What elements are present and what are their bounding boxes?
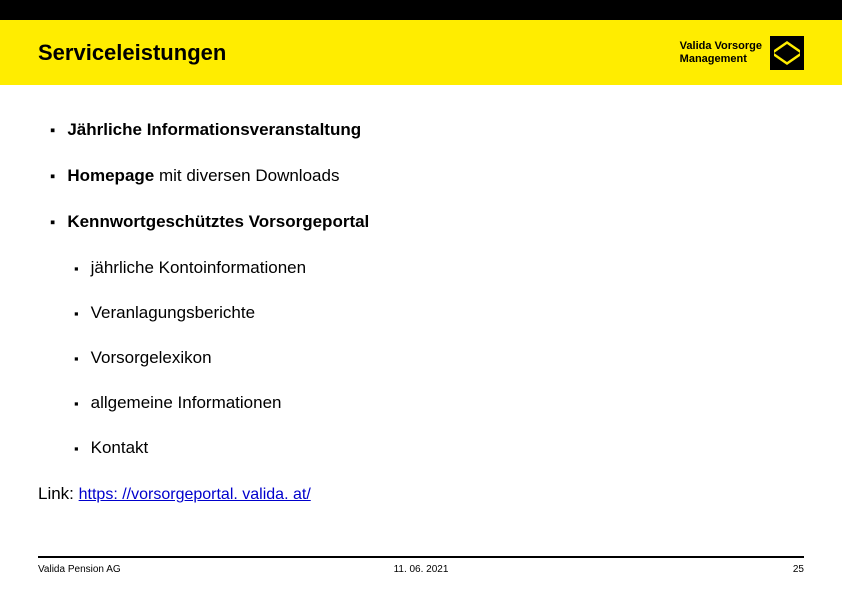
footer: Valida Pension AG 11. 06. 2021 25 [0, 556, 842, 575]
brand-text: Valida Vorsorge Management [680, 40, 762, 64]
content-area: Jährliche Informationsveranstaltung Home… [0, 85, 842, 504]
slide-title: Serviceleistungen [38, 40, 226, 66]
brand-line-2: Management [680, 53, 747, 65]
sub-bullet-2-text: Veranlagungsberichte [91, 303, 255, 322]
brand-line-1: Valida Vorsorge [680, 40, 762, 52]
sub-bullet-4-text: allgemeine Informationen [91, 393, 282, 412]
link-label: Link: [38, 484, 79, 503]
sub-bullet-1: jährliche Kontoinformationen [74, 258, 804, 278]
bullet-item-3: Kennwortgeschütztes Vorsorgeportal jährl… [50, 212, 804, 458]
top-black-bar [0, 0, 842, 20]
brand-block: Valida Vorsorge Management [680, 36, 804, 70]
header-band: Serviceleistungen Valida Vorsorge Manage… [0, 20, 842, 85]
portal-link[interactable]: https: //vorsorgeportal. valida. at/ [79, 486, 311, 503]
footer-divider [38, 556, 804, 558]
sub-bullet-3: Vorsorgelexikon [74, 348, 804, 368]
bullet-1-text: Jährliche Informationsveranstaltung [67, 120, 361, 139]
bullet-item-2: Homepage mit diversen Downloads [50, 166, 804, 186]
bullet-3-text: Kennwortgeschütztes Vorsorgeportal [67, 212, 369, 231]
sub-bullet-2: Veranlagungsberichte [74, 303, 804, 323]
bullet-2-bold: Homepage [67, 166, 154, 185]
link-line: Link: https: //vorsorgeportal. valida. a… [38, 484, 804, 504]
footer-company: Valida Pension AG [38, 564, 121, 575]
sub-bullet-4: allgemeine Informationen [74, 393, 804, 413]
bullet-item-1: Jährliche Informationsveranstaltung [50, 120, 804, 140]
sub-bullet-1-text: jährliche Kontoinformationen [91, 258, 306, 277]
footer-date: 11. 06. 2021 [394, 564, 449, 575]
sub-bullet-5: Kontakt [74, 438, 804, 458]
giebelkreuz-logo-icon [770, 36, 804, 70]
sub-bullet-3-text: Vorsorgelexikon [91, 348, 212, 367]
sub-bullet-list: jährliche Kontoinformationen Veranlagung… [74, 258, 804, 458]
sub-bullet-5-text: Kontakt [91, 438, 149, 457]
main-bullet-list: Jährliche Informationsveranstaltung Home… [50, 120, 804, 458]
bullet-2-rest: mit diversen Downloads [154, 166, 339, 185]
footer-page-number: 25 [793, 564, 804, 575]
